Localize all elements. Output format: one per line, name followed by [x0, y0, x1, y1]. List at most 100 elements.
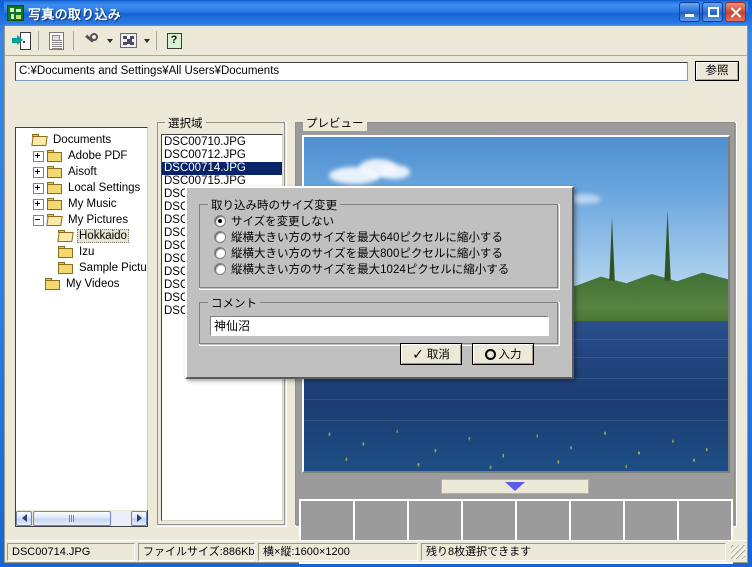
- close-button[interactable]: [725, 2, 746, 22]
- document-icon: [48, 31, 64, 50]
- minimize-button[interactable]: [679, 2, 700, 22]
- resize-icon: [119, 33, 137, 48]
- browse-button[interactable]: 参照: [695, 61, 739, 81]
- toolbar: ?: [5, 26, 747, 56]
- window-title: 写真の取り込み: [28, 6, 122, 22]
- cancel-button[interactable]: ✓ 取消: [400, 343, 462, 365]
- tree-node-izu[interactable]: Izu: [20, 244, 147, 260]
- maximize-button[interactable]: [702, 2, 723, 22]
- cancel-label: 取消: [426, 349, 450, 361]
- resize-button[interactable]: [115, 29, 141, 53]
- folder-icon: [47, 181, 63, 195]
- comment-group: コメント 神仙沼: [199, 295, 560, 346]
- check-icon: ✓: [412, 346, 424, 362]
- resize-grip-icon[interactable]: [731, 544, 745, 559]
- hscroll-thumb[interactable]: [33, 510, 111, 526]
- comment-input[interactable]: 神仙沼: [210, 316, 549, 336]
- resize-option-3[interactable]: 縦横大きい方のサイズを最大1024ピクセルに縮小する: [214, 261, 559, 277]
- settings-dropdown-arrow[interactable]: [104, 29, 115, 53]
- tree-node-label: Documents: [53, 134, 112, 146]
- resize-option-2[interactable]: 縦横大きい方のサイズを最大800ピクセルに縮小する: [214, 245, 559, 261]
- tree-node-aisoft[interactable]: Aisoft: [20, 164, 147, 180]
- folder-tree-hscrollbar[interactable]: [15, 510, 148, 527]
- folder-icon: [45, 277, 61, 291]
- folder-open-icon: [57, 229, 74, 243]
- photo-cloud: [380, 165, 410, 179]
- radio-button[interactable]: [214, 263, 226, 275]
- status-dimensions: 横×縦:1600×1200: [258, 542, 418, 561]
- folder-tree: Documents Adobe PDF Aisoft Local Settings My…: [16, 128, 147, 292]
- radio-button[interactable]: [214, 247, 226, 259]
- expand-icon[interactable]: [33, 150, 44, 162]
- help-button[interactable]: ?: [161, 29, 187, 53]
- tree-node-label: Aisoft: [68, 166, 97, 178]
- collapse-icon[interactable]: [33, 214, 44, 226]
- resize-option-label: サイズを変更しない: [231, 216, 335, 228]
- resize-option-1[interactable]: 縦横大きい方のサイズを最大640ピクセルに縮小する: [214, 229, 559, 245]
- tree-node-label: Adobe PDF: [68, 150, 128, 162]
- file-list-item[interactable]: DSC00714.JPG: [162, 162, 282, 175]
- photo-marsh-grass: [304, 425, 728, 471]
- tree-node-hokkaido[interactable]: Hokkaido: [20, 228, 147, 244]
- resize-options-group: 取り込み時のサイズ変更 サイズを変更しない縦横大きい方のサイズを最大640ピクセ…: [199, 197, 560, 290]
- tree-node-sample-pictu[interactable]: Sample Pictu: [20, 260, 147, 276]
- resize-options-label: 取り込み時のサイズ変更: [208, 197, 341, 213]
- folder-tree-panel[interactable]: Documents Adobe PDF Aisoft Local Settings My…: [15, 127, 148, 527]
- status-filename: DSC00714.JPG: [7, 542, 135, 561]
- settings-button[interactable]: [78, 29, 104, 53]
- ok-label: 入力: [498, 349, 522, 361]
- window-controls: [679, 2, 746, 22]
- resize-options-list: サイズを変更しない 縦横大きい方のサイズを最大640ピクセルに縮小する 縦横大きい方…: [200, 205, 559, 277]
- resize-option-0[interactable]: サイズを変更しない: [214, 213, 559, 229]
- tree-node-label: Sample Pictu: [79, 262, 147, 274]
- expand-icon[interactable]: [33, 198, 44, 210]
- folder-icon: [47, 165, 63, 179]
- tree-node-label: My Pictures: [68, 214, 129, 226]
- expand-icon[interactable]: [33, 182, 44, 194]
- exit-button[interactable]: [8, 29, 34, 53]
- scroll-right-icon[interactable]: [131, 510, 147, 526]
- import-size-dialog: 取り込み時のサイズ変更 サイズを変更しない縦横大きい方のサイズを最大640ピクセ…: [185, 186, 574, 379]
- tree-node-label: My Videos: [66, 278, 120, 290]
- status-bar: DSC00714.JPG ファイルサイズ:886Kb 横×縦:1600×1200…: [5, 540, 747, 562]
- wrench-icon: [82, 32, 101, 50]
- tree-node-label: Izu: [79, 246, 95, 258]
- tree-node-label: Local Settings: [68, 182, 141, 194]
- folder-icon: [47, 149, 63, 163]
- circle-icon: [484, 348, 496, 360]
- resize-option-label: 縦横大きい方のサイズを最大640ピクセルに縮小する: [231, 232, 503, 244]
- tree-node-my-pictures[interactable]: My Pictures: [20, 212, 147, 228]
- resize-dropdown-arrow[interactable]: [141, 29, 152, 53]
- radio-button[interactable]: [214, 215, 226, 227]
- file-list-group-label: 選択域: [165, 115, 206, 131]
- tree-node-my-music[interactable]: My Music: [20, 196, 147, 212]
- tree-node-local-settings[interactable]: Local Settings: [20, 180, 147, 196]
- tree-node-label: My Music: [68, 198, 117, 210]
- folder-icon: [47, 197, 63, 211]
- expand-icon[interactable]: [33, 166, 44, 178]
- toolbar-separator: [73, 31, 74, 50]
- status-filesize: ファイルサイズ:886Kb: [138, 542, 255, 561]
- resize-option-label: 縦横大きい方のサイズを最大800ピクセルに縮小する: [231, 248, 503, 260]
- radio-button[interactable]: [214, 231, 226, 243]
- folder-icon: [58, 261, 74, 275]
- hscroll-track[interactable]: [112, 510, 131, 526]
- tree-node-my-videos[interactable]: My Videos: [20, 276, 147, 292]
- tree-node-adobe-pdf[interactable]: Adobe PDF: [20, 148, 147, 164]
- ok-button[interactable]: 入力: [472, 343, 534, 365]
- tree-node-documents[interactable]: Documents: [20, 132, 147, 148]
- help-icon: ?: [166, 32, 182, 49]
- folder-icon: [58, 245, 74, 259]
- file-list-item[interactable]: DSC00712.JPG: [162, 149, 282, 162]
- file-list-item[interactable]: DSC00710.JPG: [162, 136, 282, 149]
- thumbnail-scroll-down-button[interactable]: [441, 479, 589, 494]
- app-icon: [7, 5, 24, 21]
- toolbar-separator: [38, 31, 39, 50]
- tree-node-label: Hokkaido: [77, 229, 129, 243]
- scroll-left-icon[interactable]: [16, 510, 32, 526]
- document-button[interactable]: [43, 29, 69, 53]
- toolbar-separator: [156, 31, 157, 50]
- path-input[interactable]: C:¥Documents and Settings¥All Users¥Docu…: [15, 61, 688, 81]
- title-bar[interactable]: 写真の取り込み: [4, 0, 748, 26]
- folder-open-icon: [31, 133, 48, 147]
